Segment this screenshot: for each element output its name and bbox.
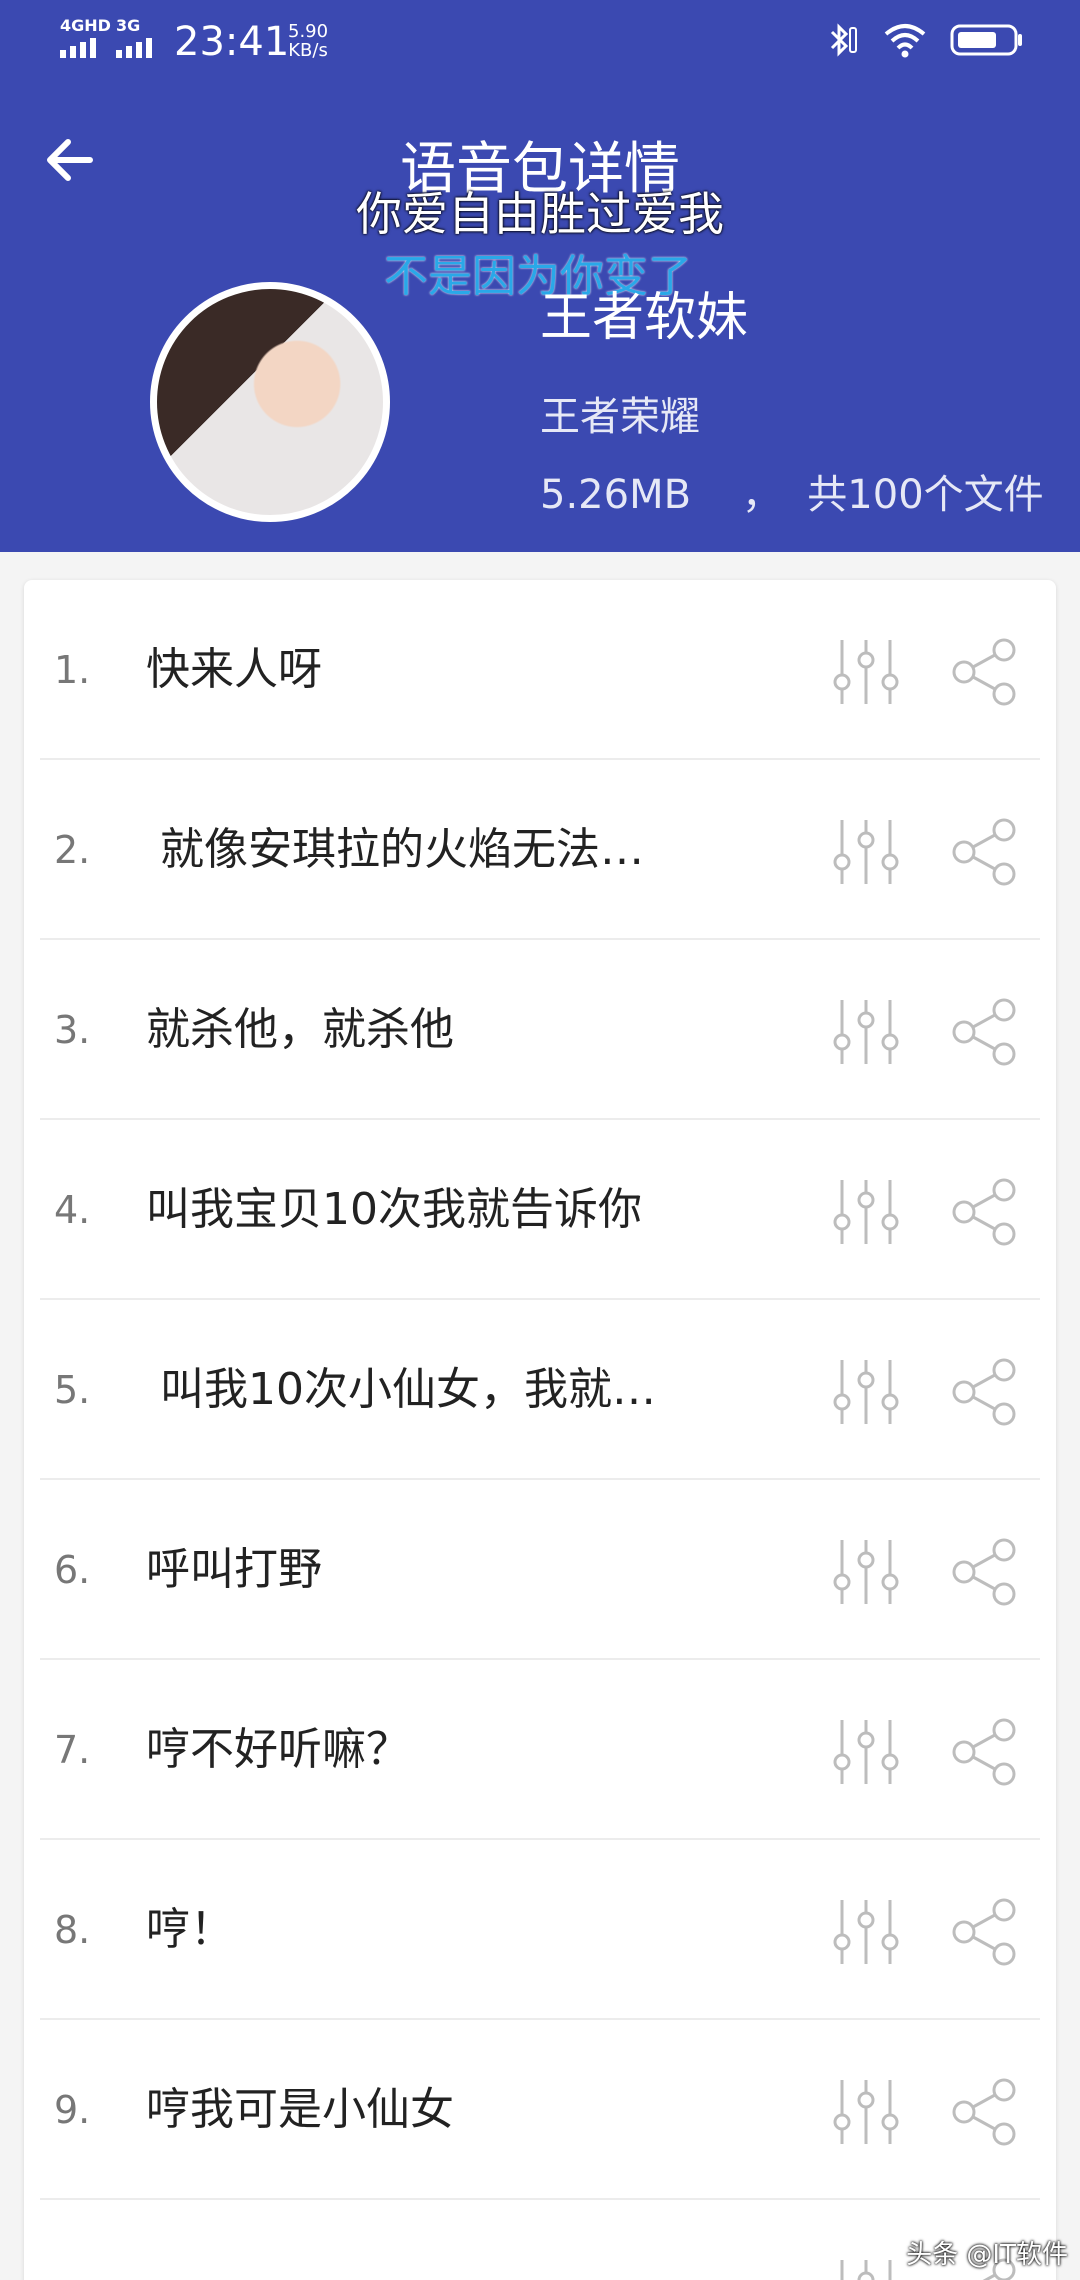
- equalizer-icon[interactable]: [830, 2256, 902, 2280]
- item-title: 快来人呀: [146, 644, 322, 695]
- avatar: [150, 282, 390, 522]
- item-number: 2.: [54, 828, 91, 872]
- item-title: 呼叫打野: [146, 1544, 322, 1595]
- battery-icon: [950, 24, 1022, 56]
- equalizer-icon[interactable]: [830, 636, 902, 708]
- header: 4GHD 3G 23:41 5.90 KB/s 语音包详情 你爱自由胜过爱我 不…: [0, 0, 1080, 552]
- clock: 23:41: [174, 19, 290, 65]
- watermark: 头条 @IT软件: [906, 2240, 1068, 2270]
- network-label-3g: 3G: [116, 16, 141, 35]
- share-icon[interactable]: [948, 816, 1020, 888]
- equalizer-icon[interactable]: [830, 1176, 902, 1248]
- list-item[interactable]: 3. 就杀他，就杀他: [40, 940, 1040, 1120]
- signal-strength-icon: [60, 38, 96, 58]
- list-item[interactable]: 7. 哼不好听嘛？: [40, 1660, 1040, 1840]
- item-title: 哼我可是小仙女: [146, 2084, 454, 2135]
- list-item[interactable]: 4. 叫我宝贝10次我就告诉你: [40, 1120, 1040, 1300]
- item-title: 叫我宝贝10次我就告诉你: [146, 1184, 642, 1235]
- overlay-caption-1: 你爱自由胜过爱我: [356, 187, 724, 241]
- item-number: 4.: [54, 1188, 91, 1232]
- share-icon[interactable]: [948, 1536, 1020, 1608]
- share-icon[interactable]: [948, 1896, 1020, 1968]
- equalizer-icon[interactable]: [830, 996, 902, 1068]
- list-item[interactable]: 9. 哼我可是小仙女: [40, 2020, 1040, 2200]
- pack-game: 王者荣耀: [540, 394, 700, 440]
- list-item[interactable]: 5. 叫我10次小仙女，我就…: [40, 1300, 1040, 1480]
- item-number: 6.: [54, 1548, 91, 1592]
- bluetooth-icon: [830, 23, 857, 57]
- equalizer-icon[interactable]: [830, 1896, 902, 1968]
- speed-value: 5.90: [288, 21, 329, 42]
- list-item[interactable]: 8. 哼！: [40, 1840, 1040, 2020]
- item-number: 1.: [54, 648, 91, 692]
- equalizer-icon[interactable]: [830, 2076, 902, 2148]
- equalizer-icon[interactable]: [830, 816, 902, 888]
- share-icon[interactable]: [948, 996, 1020, 1068]
- item-number: 5.: [54, 1368, 91, 1412]
- item-title: 哼不好听嘛？: [146, 1724, 410, 1775]
- network-speed: 5.90 KB/s: [288, 22, 328, 60]
- item-title: 就杀他，就杀他: [146, 1004, 454, 1055]
- list-item[interactable]: 2. 就像安琪拉的火焰无法…: [40, 760, 1040, 940]
- pack-meta: 5.26MB ， 共100个文件: [540, 472, 1044, 518]
- status-bar: 4GHD 3G 23:41 5.90 KB/s: [0, 0, 1080, 84]
- list-item[interactable]: 1. 快来人呀: [40, 580, 1040, 760]
- speed-unit: KB/s: [288, 40, 328, 61]
- share-icon[interactable]: [948, 1176, 1020, 1248]
- signal-strength-icon-2: [116, 38, 152, 58]
- item-number: 8.: [54, 1908, 91, 1952]
- voice-list: 1. 快来人呀 2. 就像安琪拉的火焰无法… 3. 就杀他，就杀他 4. 叫我宝…: [24, 580, 1056, 2280]
- equalizer-icon[interactable]: [830, 1536, 902, 1608]
- item-title: 就像安琪拉的火焰无法…: [146, 824, 644, 875]
- share-icon[interactable]: [948, 1356, 1020, 1428]
- list-item-partial[interactable]: [40, 2200, 1040, 2280]
- pack-name: 王者软妹: [540, 288, 749, 348]
- network-label-4g: 4GHD: [60, 16, 111, 35]
- equalizer-icon[interactable]: [830, 1716, 902, 1788]
- share-icon[interactable]: [948, 2076, 1020, 2148]
- item-number: 3.: [54, 1008, 91, 1052]
- wifi-icon: [884, 24, 926, 58]
- status-icons: [820, 20, 1024, 60]
- share-icon[interactable]: [948, 636, 1020, 708]
- item-number: 9.: [54, 2088, 91, 2132]
- item-title: 哼！: [146, 1904, 234, 1955]
- share-icon[interactable]: [948, 1716, 1020, 1788]
- item-title: 叫我10次小仙女，我就…: [146, 1364, 656, 1415]
- list-item[interactable]: 6. 呼叫打野: [40, 1480, 1040, 1660]
- equalizer-icon[interactable]: [830, 1356, 902, 1428]
- item-number: 7.: [54, 1728, 91, 1772]
